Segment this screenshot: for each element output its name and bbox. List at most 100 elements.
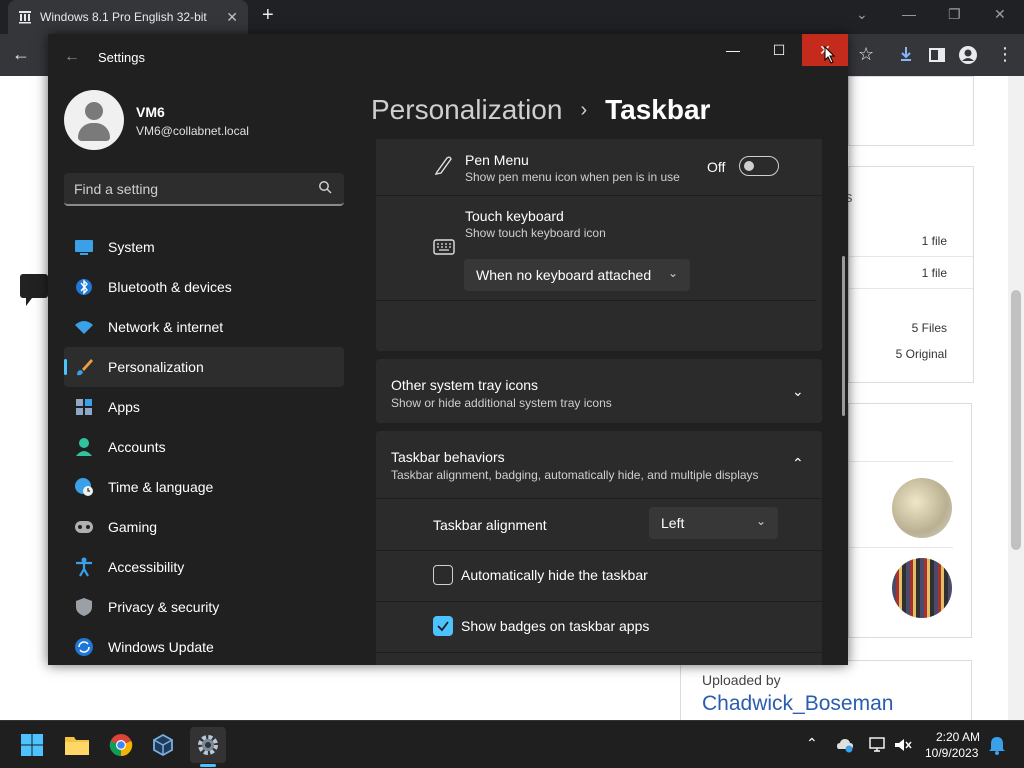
app-title: Settings [98, 50, 145, 65]
update-icon [74, 637, 94, 657]
nav-item-bluetooth[interactable]: Bluetooth & devices [64, 267, 344, 307]
tray-icons-title: Other system tray icons [391, 377, 539, 393]
accounts-icon [74, 437, 94, 457]
tab-search-icon[interactable]: ⌄ [856, 6, 868, 23]
row-value: 1 file [921, 266, 947, 280]
pen-menu-subtitle: Show pen menu icon when pen is in use [465, 170, 680, 184]
back-arrow-icon[interactable]: ← [12, 44, 30, 65]
nav-label: Windows Update [108, 639, 214, 655]
nav-item-privacy[interactable]: Privacy & security [64, 587, 344, 627]
nav-item-system[interactable]: System [64, 227, 344, 267]
behaviors-subtitle: Taskbar alignment, badging, automaticall… [391, 468, 759, 482]
dropdown-value: When no keyboard attached [476, 267, 652, 283]
nav-label: Apps [108, 399, 140, 415]
search-box[interactable] [64, 173, 344, 206]
windows-taskbar: ⌃ [0, 720, 1024, 768]
badges-label: Show badges on taskbar apps [461, 618, 650, 634]
wifi-icon [74, 317, 94, 337]
row-value: 5 Original [895, 347, 947, 361]
nav-label: Personalization [108, 359, 204, 375]
nav-item-time-language[interactable]: Time & language [64, 467, 344, 507]
nav-item-network[interactable]: Network & internet [64, 307, 344, 347]
brush-icon [74, 357, 94, 377]
touch-keyboard-dropdown[interactable]: When no keyboard attached ⌄ [464, 259, 690, 291]
other-tray-icons-row[interactable]: Other system tray icons Show or hide add… [376, 359, 822, 423]
nav-item-personalization[interactable]: Personalization [64, 347, 344, 387]
cube-icon [153, 733, 173, 757]
file-row: 1 file [849, 225, 973, 257]
pen-menu-title: Pen Menu [465, 152, 529, 168]
chevron-up-icon[interactable]: ⌃ [806, 735, 818, 752]
onedrive-icon[interactable] [836, 737, 854, 753]
alignment-dropdown[interactable]: Left ⌄ [649, 507, 778, 539]
auto-hide-checkbox[interactable] [433, 565, 453, 585]
bookmark-star-icon[interactable]: ☆ [858, 44, 874, 65]
file-row: 5 Files [849, 315, 973, 341]
maximize-button[interactable]: ☐ [756, 34, 802, 66]
thumbnail-image[interactable] [892, 478, 952, 538]
clock-time[interactable]: 2:20 AM [936, 730, 980, 744]
minimize-button[interactable]: — [710, 34, 756, 66]
windows-logo-icon [21, 734, 43, 756]
start-button[interactable] [14, 727, 50, 763]
settings-titlebar: ← Settings — ☐ ✕ [48, 34, 848, 80]
nav-item-accessibility[interactable]: Accessibility [64, 547, 344, 587]
chrome-icon [109, 734, 133, 757]
network-icon[interactable] [868, 737, 886, 753]
badges-checkbox[interactable] [433, 616, 453, 636]
user-name: VM6 [136, 104, 165, 120]
browser-tab[interactable]: Windows 8.1 Pro English 32-bit ✕ [8, 0, 248, 34]
chevron-up-icon[interactable]: ⌃ [792, 455, 804, 472]
thumbnail-image[interactable] [892, 558, 952, 618]
uploader-link[interactable]: Chadwick_Boseman [702, 692, 893, 716]
volume-muted-icon[interactable] [894, 737, 912, 753]
file-explorer-button[interactable] [59, 727, 95, 763]
nav-item-apps[interactable]: Apps [64, 387, 344, 427]
tab-close-icon[interactable]: ✕ [226, 9, 238, 26]
user-profile[interactable]: VM6 VM6@collabnet.local [64, 90, 364, 150]
chevron-down-icon: ⌄ [755, 514, 766, 528]
keyboard-icon [433, 239, 455, 255]
settings-taskbar-button[interactable] [190, 727, 226, 763]
folder-icon [65, 737, 89, 755]
clock-globe-icon [74, 477, 94, 497]
page-title: Taskbar [605, 94, 711, 125]
chat-icon[interactable] [20, 274, 48, 306]
nav-item-gaming[interactable]: Gaming [64, 507, 344, 547]
new-tab-button[interactable]: + [262, 4, 274, 27]
row-value: 5 Files [911, 321, 947, 335]
download-icon[interactable] [898, 46, 914, 62]
nav-item-windows-update[interactable]: Windows Update [64, 627, 344, 665]
side-panel-icon[interactable] [929, 47, 945, 63]
dropdown-value: Left [661, 515, 685, 531]
file-row: 5 Original [849, 341, 973, 367]
search-icon[interactable] [318, 180, 332, 194]
notification-bell-icon[interactable] [988, 735, 1006, 755]
nav-label: Gaming [108, 519, 158, 535]
settings-nav: System Bluetooth & devices Network & int… [64, 227, 344, 665]
menu-dots-icon[interactable]: ⋮ [996, 44, 1014, 65]
virtualbox-button[interactable] [145, 727, 181, 763]
pen-menu-toggle[interactable] [739, 156, 779, 176]
minimize-icon[interactable]: — [902, 6, 916, 22]
settings-content: Pen Menu Show pen menu icon when pen is … [376, 139, 822, 665]
breadcrumb-parent[interactable]: Personalization [371, 94, 562, 126]
chevron-down-icon[interactable]: ⌄ [792, 383, 804, 400]
close-browser-icon[interactable]: ✕ [994, 6, 1006, 23]
alignment-label: Taskbar alignment [433, 517, 547, 533]
breadcrumb: Personalization › Taskbar [371, 90, 710, 130]
divider [376, 195, 822, 196]
auto-hide-label: Automatically hide the taskbar [461, 567, 648, 583]
content-scrollbar[interactable] [842, 256, 845, 416]
clock-date[interactable]: 10/9/2023 [925, 746, 978, 760]
browser-tabstrip: Windows 8.1 Pro English 32-bit ✕ + ⌄ — ❐… [0, 0, 1024, 34]
search-input[interactable] [74, 181, 304, 197]
profile-icon[interactable] [958, 45, 978, 65]
restore-icon[interactable]: ❐ [948, 6, 961, 23]
nav-label: System [108, 239, 155, 255]
nav-item-accounts[interactable]: Accounts [64, 427, 344, 467]
back-arrow-icon[interactable]: ← [64, 48, 80, 66]
chrome-button[interactable] [103, 727, 139, 763]
active-app-indicator [200, 764, 216, 767]
page-scrollbar-thumb[interactable] [1011, 290, 1021, 550]
